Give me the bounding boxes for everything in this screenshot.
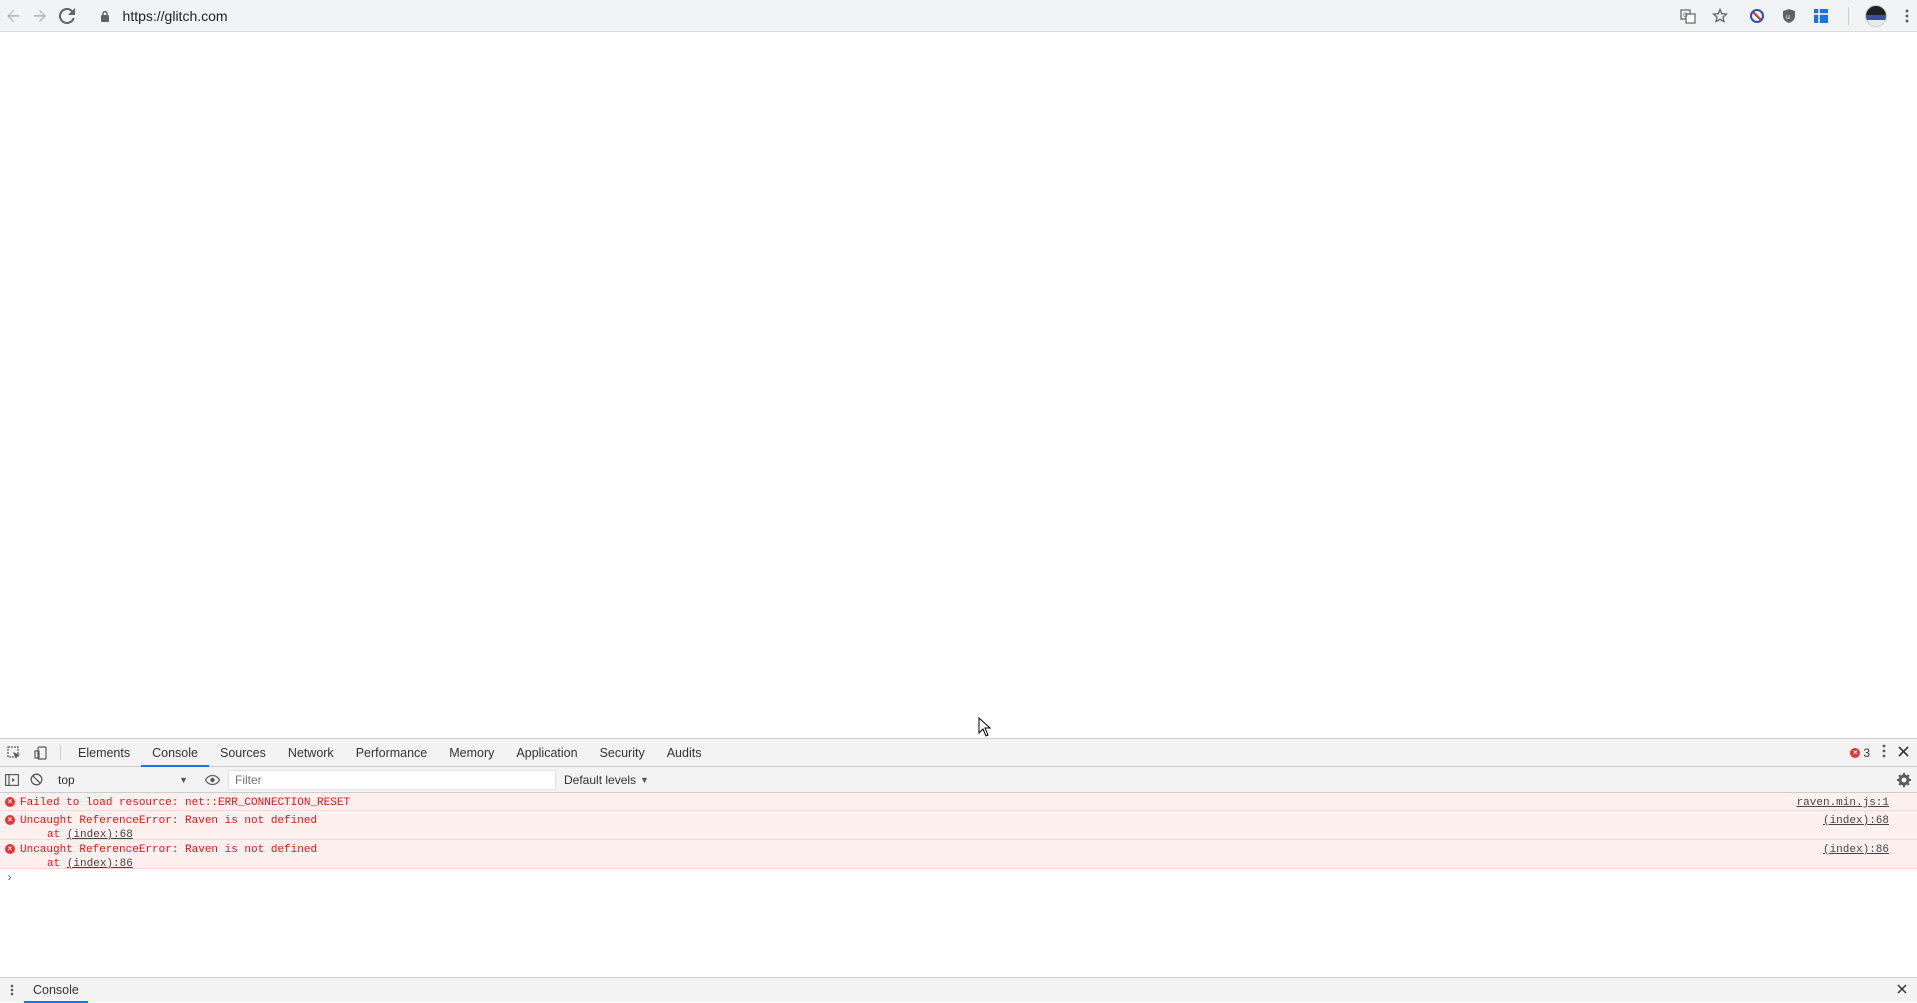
svg-text:G: G: [1683, 13, 1688, 19]
tab-console[interactable]: Console: [141, 739, 209, 767]
show-sidebar-icon[interactable]: [0, 773, 24, 786]
block-extension-icon[interactable]: [1746, 5, 1768, 27]
message-source-link[interactable]: raven.min.js:1: [1797, 796, 1917, 809]
devtools-menu-icon[interactable]: [1882, 744, 1886, 761]
context-value: top: [58, 772, 75, 787]
console-error-message: × Uncaught ReferenceError: Raven is not …: [0, 811, 1917, 842]
profile-avatar[interactable]: [1864, 4, 1887, 27]
devtools-panel: Elements Console Sources Network Perform…: [0, 738, 1917, 1003]
browser-menu-icon[interactable]: [1897, 4, 1917, 28]
tab-sources[interactable]: Sources: [209, 739, 277, 766]
dropdown-arrow-icon: ▼: [179, 774, 188, 785]
grid-extension-icon[interactable]: [1810, 5, 1832, 27]
lock-icon: [95, 10, 115, 22]
toolbar-separator: [1847, 6, 1849, 25]
message-source-link[interactable]: (index):68: [1823, 814, 1917, 837]
error-counter[interactable]: × 3: [1850, 746, 1870, 760]
error-count-value: 3: [1863, 745, 1870, 760]
inspect-element-icon[interactable]: [0, 739, 27, 766]
message-source-link[interactable]: (index):86: [1823, 843, 1917, 866]
tab-performance[interactable]: Performance: [345, 739, 439, 766]
tab-network[interactable]: Network: [277, 739, 345, 766]
log-levels-select[interactable]: Default levels ▼: [564, 773, 649, 787]
shield-extension-icon[interactable]: u: [1778, 5, 1800, 27]
drawer-menu-icon[interactable]: [0, 984, 24, 996]
message-text: Uncaught ReferenceError: Raven is not de…: [20, 844, 318, 856]
tab-elements[interactable]: Elements: [67, 739, 141, 766]
back-button[interactable]: [0, 2, 27, 30]
tool-divider: [60, 745, 61, 760]
drawer-tab-console[interactable]: Console: [24, 978, 88, 1003]
stack-link[interactable]: (index):86: [67, 858, 133, 870]
console-settings-gear-icon[interactable]: [1897, 772, 1911, 787]
devtools-close-icon[interactable]: [1898, 745, 1909, 760]
console-filter-bar: top ▼ Default levels ▼: [0, 767, 1917, 793]
live-expression-eye-icon[interactable]: [200, 774, 224, 785]
page-viewport[interactable]: [0, 32, 1917, 738]
reload-button[interactable]: [54, 2, 81, 30]
devtools-drawer: Console: [0, 977, 1917, 1003]
message-text: Failed to load resource: net::ERR_CONNEC…: [20, 797, 351, 809]
address-bar[interactable]: https://glitch.com G: [88, 2, 1738, 29]
tab-security[interactable]: Security: [589, 739, 656, 766]
stack-prefix: at: [47, 858, 67, 870]
tab-audits[interactable]: Audits: [656, 739, 713, 766]
browser-toolbar: https://glitch.com G u: [0, 0, 1917, 32]
dropdown-arrow-icon: ▼: [640, 774, 649, 785]
error-icon: ×: [1850, 747, 1861, 758]
console-error-message: × Failed to load resource: net::ERR_CONN…: [0, 793, 1917, 811]
arrow-left-icon: [7, 9, 20, 22]
context-select[interactable]: top ▼: [54, 770, 194, 790]
stack-prefix: at: [47, 829, 67, 841]
tab-application[interactable]: Application: [505, 739, 588, 766]
error-icon: ×: [0, 796, 20, 808]
url-text: https://glitch.com: [122, 7, 228, 24]
devtools-tabbar: Elements Console Sources Network Perform…: [0, 739, 1917, 767]
console-prompt[interactable]: ›: [0, 869, 1917, 887]
bookmark-star-icon[interactable]: [1708, 4, 1732, 28]
message-text: Uncaught ReferenceError: Raven is not de…: [20, 815, 318, 827]
tab-memory[interactable]: Memory: [438, 739, 505, 766]
stack-link[interactable]: (index):68: [67, 829, 133, 841]
drawer-close-icon[interactable]: [1897, 983, 1907, 997]
stack-trace: at (index):68: [20, 828, 1823, 842]
error-icon: ×: [0, 814, 20, 837]
translate-icon[interactable]: G: [1676, 4, 1700, 28]
console-filter-input[interactable]: [228, 769, 556, 790]
device-toolbar-icon[interactable]: [27, 739, 54, 766]
arrow-right-icon: [34, 9, 47, 22]
console-error-message: × Uncaught ReferenceError: Raven is not …: [0, 840, 1917, 871]
svg-text:u: u: [1786, 14, 1790, 21]
prompt-chevron-icon: ›: [6, 871, 14, 885]
console-messages: × Failed to load resource: net::ERR_CONN…: [0, 793, 1917, 887]
reload-icon: [59, 7, 76, 24]
forward-button[interactable]: [27, 2, 54, 30]
log-levels-value: Default levels: [564, 772, 637, 787]
clear-console-icon[interactable]: [24, 773, 48, 786]
stack-trace: at (index):86: [20, 857, 1823, 871]
error-icon: ×: [0, 843, 20, 866]
